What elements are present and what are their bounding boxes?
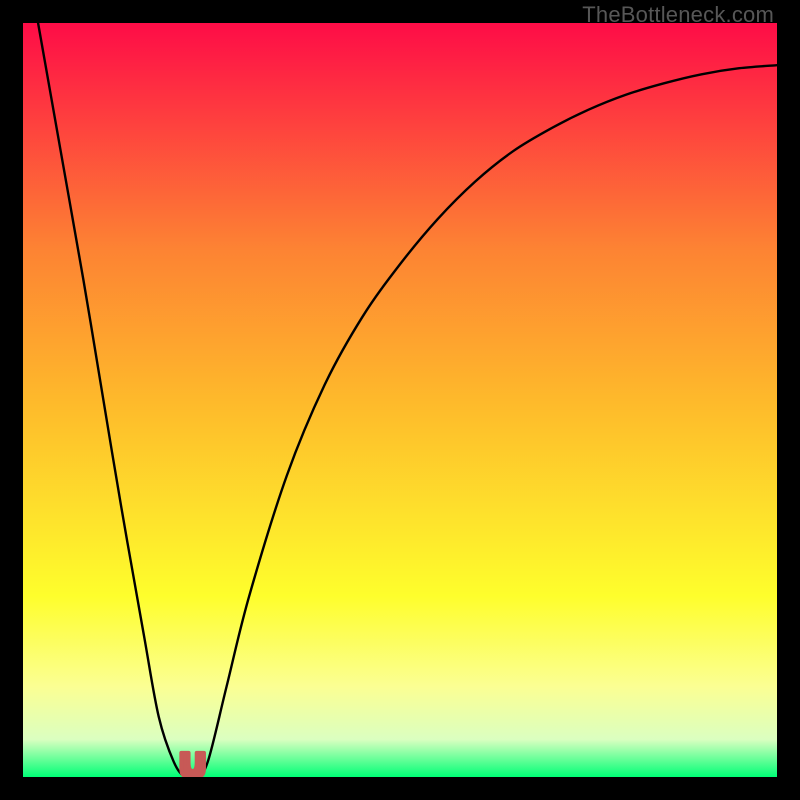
gradient-background [23, 23, 777, 777]
plot-frame [23, 23, 777, 777]
bottleneck-chart [23, 23, 777, 777]
watermark-text: TheBottleneck.com [582, 2, 774, 28]
